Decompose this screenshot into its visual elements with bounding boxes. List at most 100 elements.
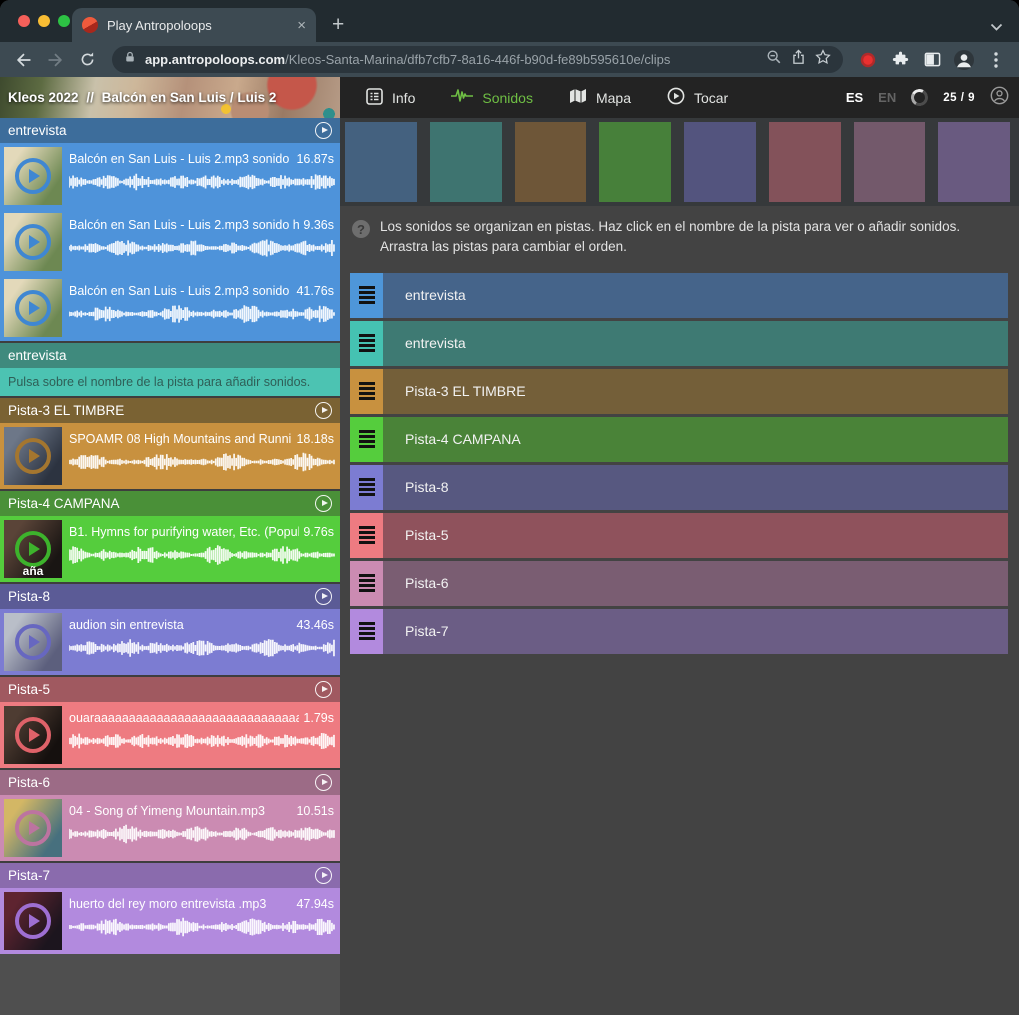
track-header[interactable]: entrevista — [0, 118, 340, 143]
record-extension-icon[interactable] — [855, 47, 881, 73]
track-play-button[interactable] — [315, 681, 332, 698]
language-en-button[interactable]: EN — [878, 90, 896, 105]
zoom-out-icon[interactable] — [766, 49, 782, 70]
track-play-button[interactable] — [315, 588, 332, 605]
clip-play-icon[interactable] — [15, 158, 51, 194]
browser-tab[interactable]: Play Antropoloops × — [72, 8, 316, 42]
drag-handle-icon — [359, 334, 375, 352]
new-tab-button[interactable]: + — [332, 14, 344, 35]
track-name: entrevista — [8, 348, 332, 363]
clip-row[interactable]: 04 - Song of Yimeng Mountain.mp310.51s — [0, 795, 340, 861]
track-play-button[interactable] — [315, 867, 332, 884]
drag-handle[interactable] — [350, 465, 383, 510]
clip-thumbnail — [4, 147, 62, 205]
clip-duration: 47.94s — [296, 897, 336, 911]
drag-handle[interactable] — [350, 321, 383, 366]
clip-row[interactable]: huerto del rey moro entrevista .mp347.94… — [0, 888, 340, 954]
clip-title: Balcón en San Luis - Luis 2.mp3 sonido h… — [69, 152, 292, 166]
account-icon[interactable] — [990, 86, 1009, 110]
track-row[interactable]: entrevista — [350, 321, 1008, 366]
bookmark-star-icon[interactable] — [815, 49, 831, 70]
tab-label: Sonidos — [482, 90, 533, 106]
track-row-label: Pista-7 — [383, 609, 1008, 654]
clip-row[interactable]: Balcón en San Luis - Luis 2.mp3 sonido h… — [0, 275, 340, 341]
clip-text: Balcón en San Luis - Luis 2.mp3 sonido h… — [69, 213, 336, 271]
sidebar-track: entrevista Balcón en San Luis - Luis 2.mp… — [0, 118, 340, 341]
clip-play-icon[interactable] — [15, 624, 51, 660]
drag-handle[interactable] — [350, 369, 383, 414]
minimize-window-button[interactable] — [38, 15, 50, 27]
track-header[interactable]: Pista-8 — [0, 584, 340, 609]
load-counter: 25 / 9 — [943, 92, 975, 104]
track-row[interactable]: Pista-5 — [350, 513, 1008, 558]
clip-row[interactable]: añaB1. Hymns for purifying water, Etc. (… — [0, 516, 340, 582]
track-row-label: Pista-5 — [383, 513, 1008, 558]
sidebar-track: Pista-4 CAMPANAañaB1. Hymns for purifyin… — [0, 491, 340, 582]
track-play-button[interactable] — [315, 402, 332, 419]
tab-mapa[interactable]: Mapa — [569, 88, 631, 107]
track-row[interactable]: Pista-8 — [350, 465, 1008, 510]
language-es-button[interactable]: ES — [846, 90, 863, 105]
back-button[interactable] — [10, 47, 36, 73]
track-name: Pista-3 EL TIMBRE — [8, 403, 315, 418]
drag-handle[interactable] — [350, 513, 383, 558]
track-header[interactable]: Pista-7 — [0, 863, 340, 888]
track-play-button[interactable] — [315, 774, 332, 791]
browser-profile-avatar[interactable] — [951, 47, 977, 73]
track-header[interactable]: Pista-6 — [0, 770, 340, 795]
track-header[interactable]: Pista-5 — [0, 677, 340, 702]
url-bar[interactable]: app.antropoloops.com/Kleos-Santa-Marina/… — [112, 46, 843, 73]
track-name: Pista-6 — [8, 775, 315, 790]
clip-row[interactable]: SPOAMR 08 High Mountains and Running ...… — [0, 423, 340, 489]
share-icon[interactable] — [791, 49, 806, 70]
forward-button[interactable] — [42, 47, 68, 73]
tab-strip: Play Antropoloops × + — [0, 0, 1019, 42]
track-play-button[interactable] — [315, 495, 332, 512]
zoom-window-button[interactable] — [58, 15, 70, 27]
clip-play-icon[interactable] — [15, 903, 51, 939]
track-header[interactable]: Pista-3 EL TIMBRE — [0, 398, 340, 423]
close-window-button[interactable] — [18, 15, 30, 27]
extensions-puzzle-icon[interactable] — [887, 47, 913, 73]
tab-search-chevron-icon[interactable] — [990, 18, 1003, 36]
clip-play-icon[interactable] — [15, 531, 51, 567]
track-color-swatch — [430, 122, 502, 202]
reload-button[interactable] — [74, 47, 100, 73]
track-row[interactable]: Pista-3 EL TIMBRE — [350, 369, 1008, 414]
clip-row[interactable]: audion sin entrevista43.46s — [0, 609, 340, 675]
track-row[interactable]: Pista-6 — [350, 561, 1008, 606]
clip-text: ouaraaaaaaaaaaaaaaaaaaaaaaaaaaaaaaaaaaaa… — [69, 706, 336, 764]
drag-handle[interactable] — [350, 417, 383, 462]
track-row[interactable]: entrevista — [350, 273, 1008, 318]
tab-sonidos[interactable]: Sonidos — [451, 88, 533, 107]
lock-icon — [124, 50, 136, 69]
clip-row[interactable]: Balcón en San Luis - Luis 2.mp3 sonido h… — [0, 143, 340, 209]
drag-handle[interactable] — [350, 273, 383, 318]
drag-handle[interactable] — [350, 561, 383, 606]
track-color-swatch — [854, 122, 926, 202]
track-play-button[interactable] — [315, 122, 332, 139]
sonidos-icon — [451, 88, 473, 107]
clip-play-icon[interactable] — [15, 438, 51, 474]
clip-row[interactable]: Balcón en San Luis - Luis 2.mp3 sonido h… — [0, 209, 340, 275]
clip-play-icon[interactable] — [15, 810, 51, 846]
track-color-swatch — [684, 122, 756, 202]
side-panel-icon[interactable] — [919, 47, 945, 73]
tab-info[interactable]: Info — [366, 88, 415, 108]
track-header[interactable]: Pista-4 CAMPANA — [0, 491, 340, 516]
track-color-swatch — [599, 122, 671, 202]
drag-handle[interactable] — [350, 609, 383, 654]
clip-play-icon[interactable] — [15, 224, 51, 260]
track-row[interactable]: Pista-7 — [350, 609, 1008, 654]
clip-waveform — [69, 544, 336, 566]
track-row[interactable]: Pista-4 CAMPANA — [350, 417, 1008, 462]
track-name: Pista-5 — [8, 682, 315, 697]
track-header[interactable]: entrevista — [0, 343, 340, 368]
clip-waveform — [69, 451, 336, 473]
browser-menu-icon[interactable] — [983, 47, 1009, 73]
tab-close-icon[interactable]: × — [297, 18, 306, 33]
clip-play-icon[interactable] — [15, 717, 51, 753]
clip-row[interactable]: ouaraaaaaaaaaaaaaaaaaaaaaaaaaaaaaaaaaaaa… — [0, 702, 340, 768]
tab-tocar[interactable]: Tocar — [667, 87, 728, 108]
clip-play-icon[interactable] — [15, 290, 51, 326]
